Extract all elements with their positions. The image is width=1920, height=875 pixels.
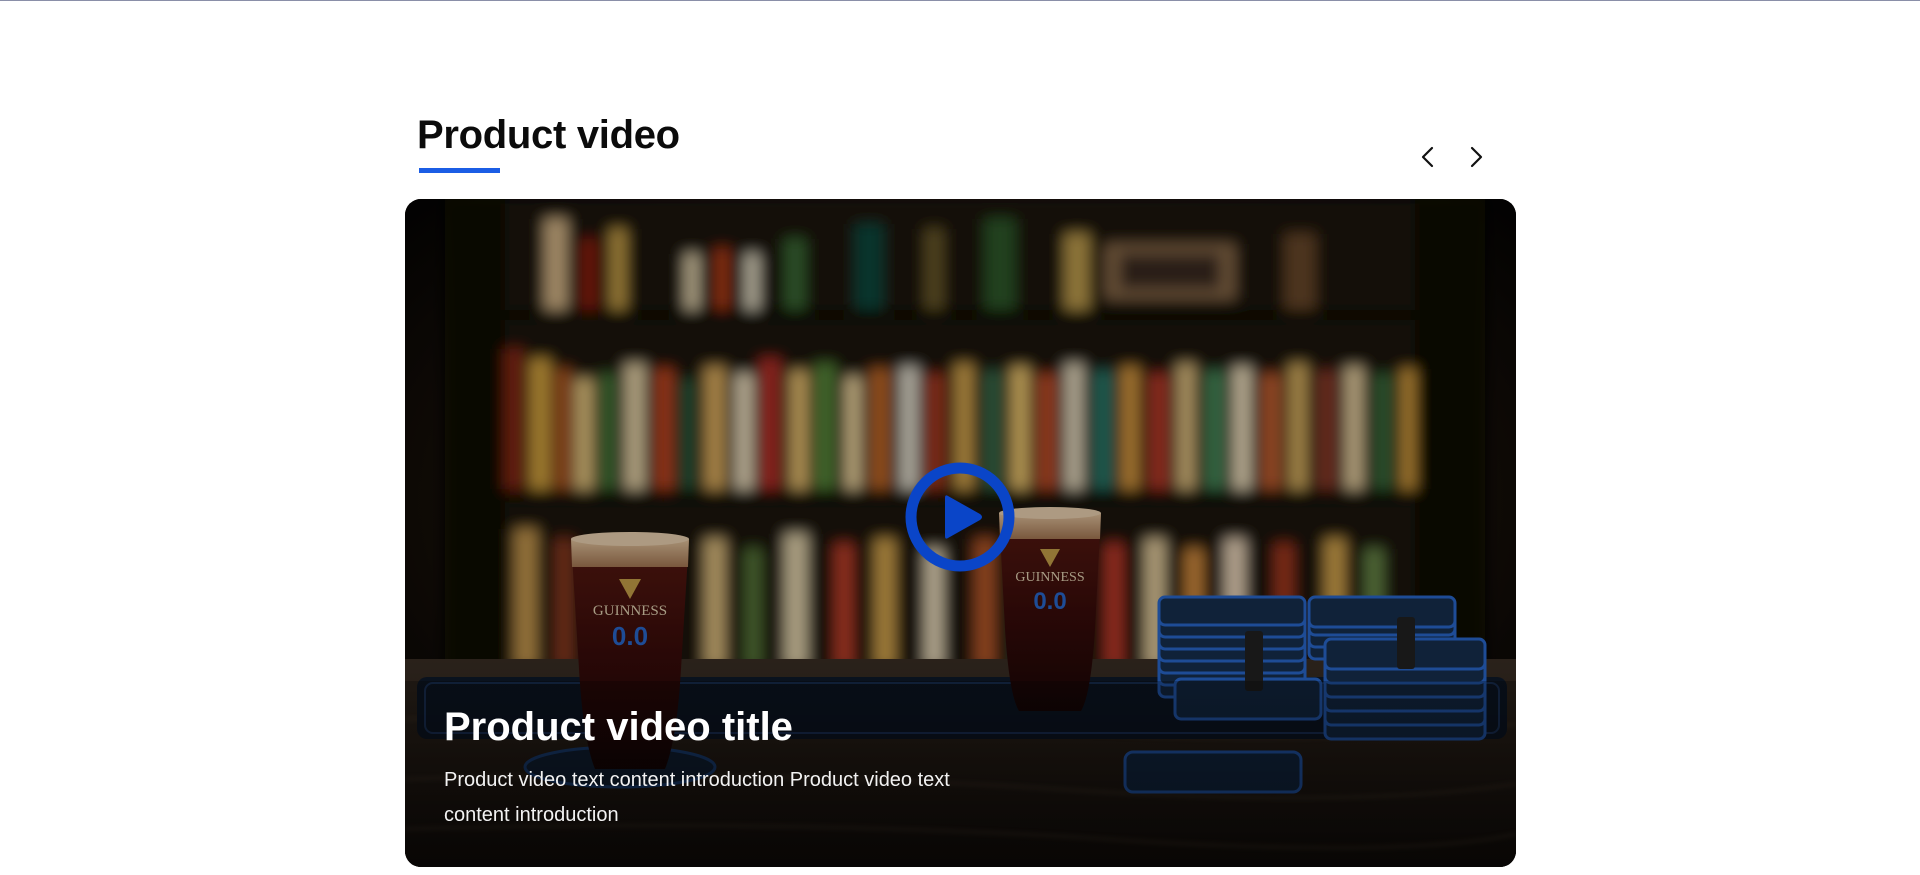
title-underline [419,168,500,173]
section-title: Product video [417,113,680,157]
video-caption: Product video title Product video text c… [405,681,1516,867]
prev-button[interactable] [1413,142,1443,172]
video-title: Product video title [444,705,793,749]
top-divider [0,0,1920,1]
chevron-left-icon [1421,146,1434,168]
chevron-right-icon [1470,146,1483,168]
play-icon[interactable] [905,462,1015,572]
next-button[interactable] [1461,142,1491,172]
carousel-nav [1413,142,1491,172]
video-description: Product video text content introduction … [444,769,950,826]
video-card[interactable]: GUINNESS 0.0 GUINNESS 0.0 Product video … [405,199,1516,867]
